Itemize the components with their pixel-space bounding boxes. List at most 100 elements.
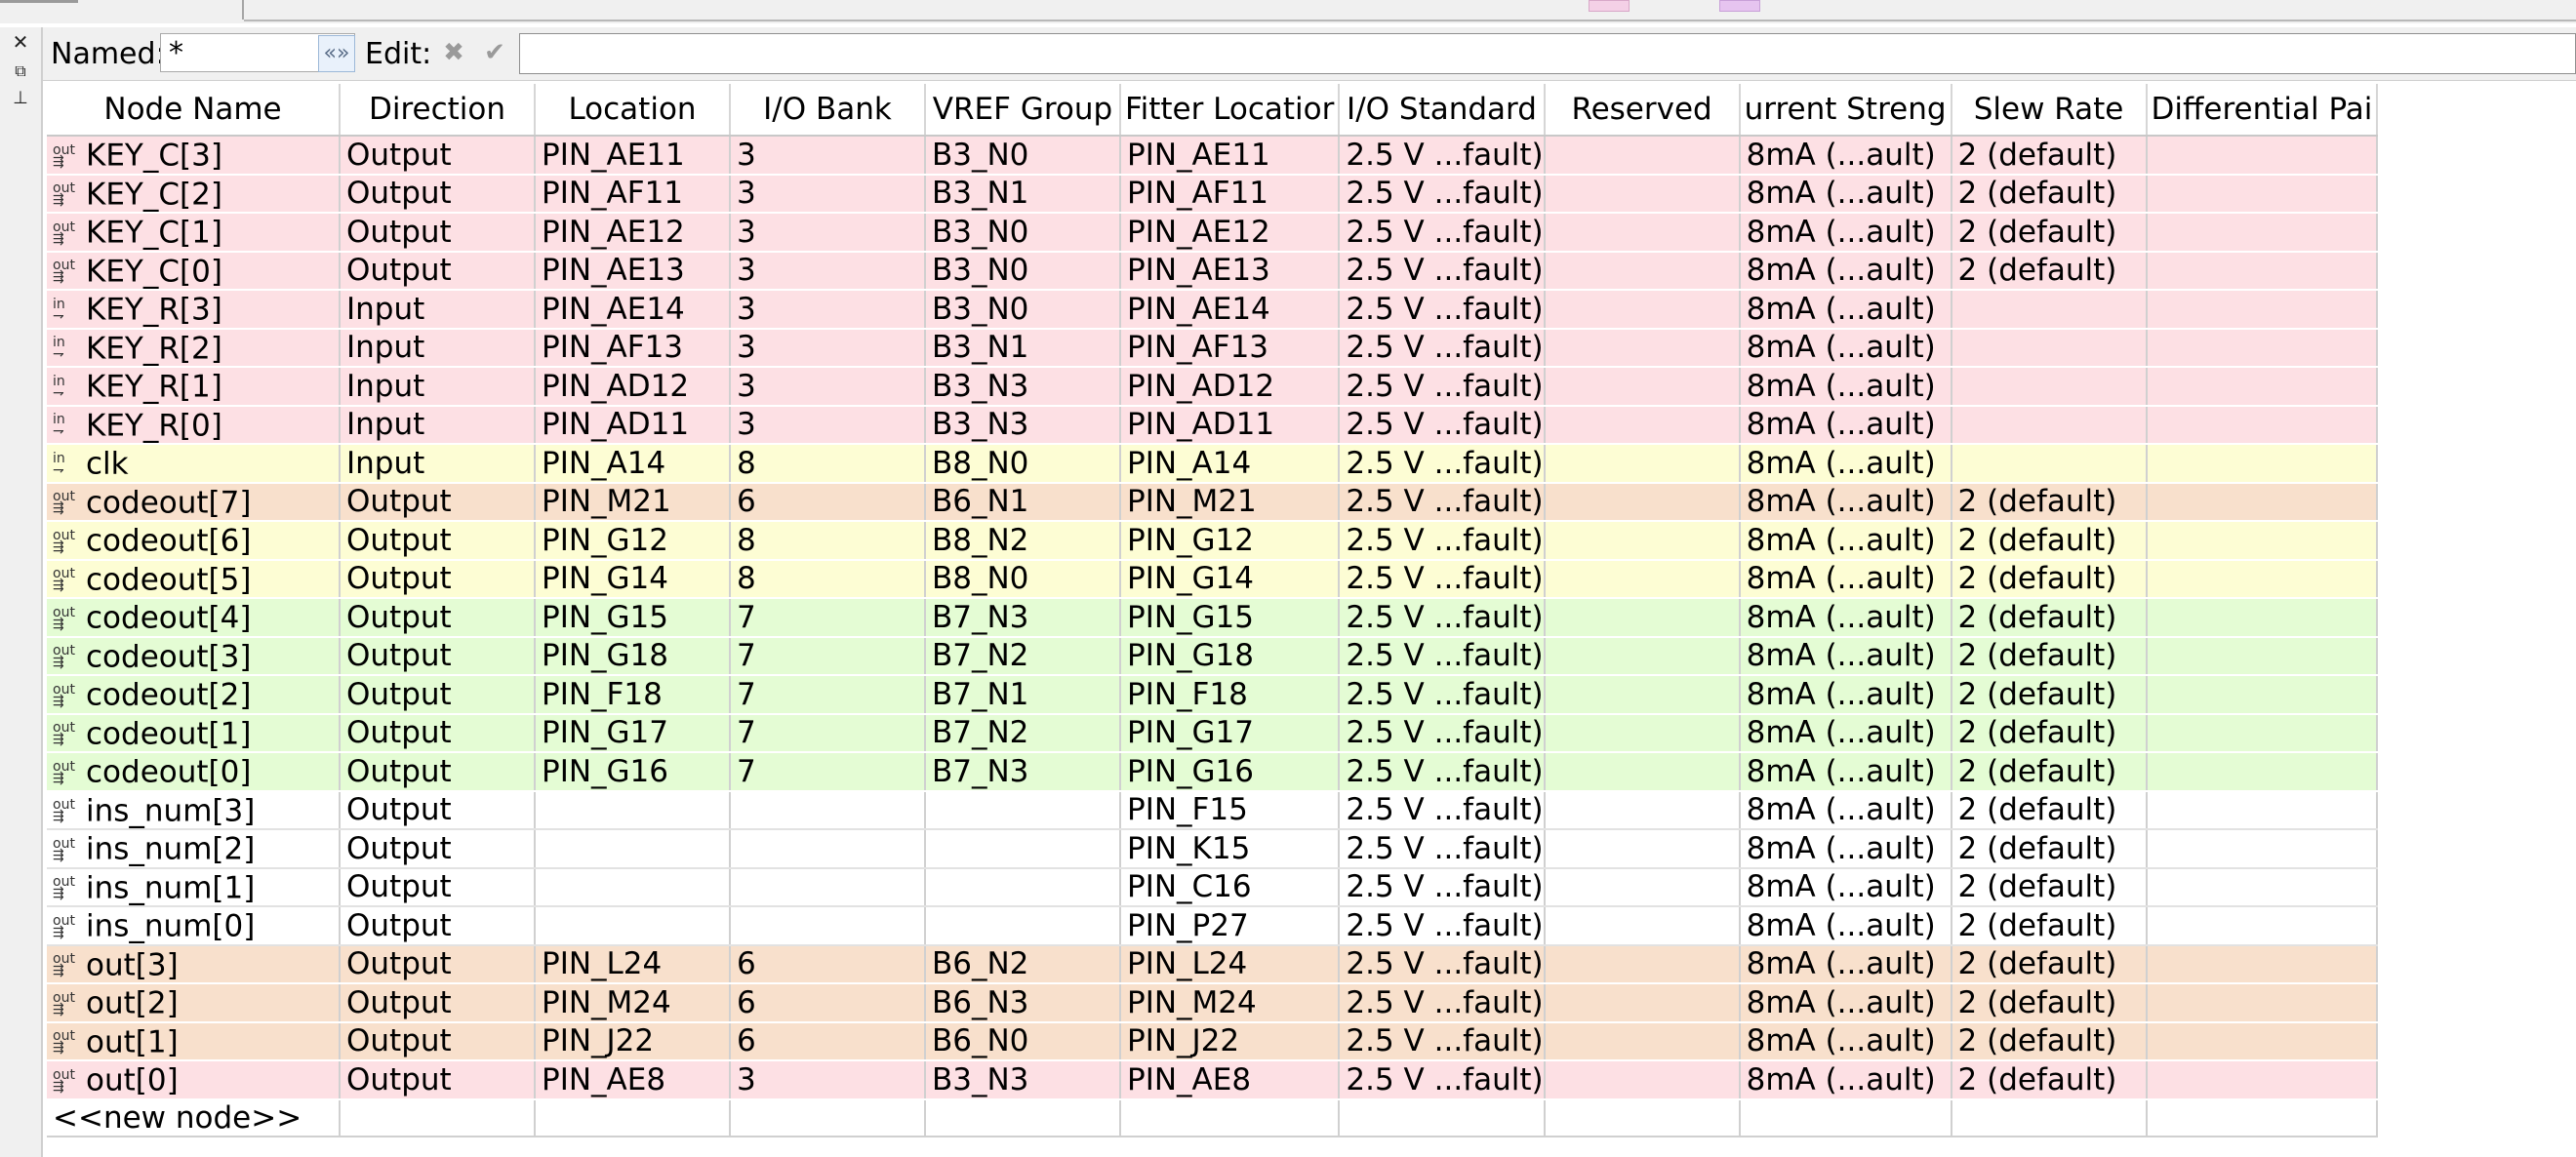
fitter-location-cell[interactable]: PIN_G16 xyxy=(1120,752,1341,792)
differential-pair-cell[interactable] xyxy=(2146,251,2379,291)
node-name-cell[interactable]: out ⇶ codeout[4] xyxy=(47,598,341,638)
table-row[interactable]: out ⇶ KEY_C[1] Output PIN_AE12 3 B3_N0 PIN_AE12… xyxy=(47,213,2379,253)
io-bank-cell[interactable]: 7 xyxy=(730,598,926,638)
differential-pair-cell[interactable] xyxy=(2146,983,2379,1023)
current-strength-cell[interactable]: 8mA (...ault) xyxy=(1739,367,1952,407)
current-strength-cell[interactable]: 8mA (...ault) xyxy=(1739,598,1952,638)
io-standard-cell[interactable]: 2.5 V ...fault) xyxy=(1339,367,1546,407)
slew-rate-cell[interactable]: 2 (default) xyxy=(1951,713,2148,753)
io-bank-cell[interactable]: 8 xyxy=(730,444,926,484)
direction-cell[interactable]: Output xyxy=(340,482,536,522)
fitter-location-cell[interactable]: PIN_A14 xyxy=(1120,444,1341,484)
reserved-cell[interactable] xyxy=(1544,752,1741,792)
column-header[interactable]: urrent Streng xyxy=(1739,84,1952,137)
table-row[interactable]: out ⇶ out[2] Output PIN_M24 6 B6_N3 PIN_M24 2.5 … xyxy=(47,983,2379,1023)
fitter-location-cell[interactable]: PIN_G17 xyxy=(1120,713,1341,753)
current-strength-cell[interactable]: 8mA (...ault) xyxy=(1739,983,1952,1023)
fitter-location-cell[interactable]: PIN_AD11 xyxy=(1120,405,1341,445)
direction-cell[interactable]: Output xyxy=(340,174,536,214)
location-cell[interactable]: PIN_AE8 xyxy=(535,1060,731,1100)
current-strength-cell[interactable]: 8mA (...ault) xyxy=(1739,829,1952,869)
node-name-cell[interactable]: out ⇶ codeout[7] xyxy=(47,482,341,522)
direction-cell[interactable]: Output xyxy=(340,521,536,561)
differential-pair-cell[interactable] xyxy=(2146,867,2379,907)
node-name-cell[interactable]: out ⇶ ins_num[3] xyxy=(47,790,341,830)
vref-group-cell[interactable]: B7_N3 xyxy=(925,752,1121,792)
direction-cell[interactable]: Input xyxy=(340,290,536,330)
direction-cell[interactable]: Input xyxy=(340,367,536,407)
io-standard-cell[interactable]: 2.5 V ...fault) xyxy=(1339,444,1546,484)
current-strength-cell[interactable]: 8mA (...ault) xyxy=(1739,1021,1952,1061)
direction-cell[interactable]: Output xyxy=(340,213,536,253)
node-name-cell[interactable]: out ⇶ KEY_C[2] xyxy=(47,174,341,214)
reserved-cell[interactable] xyxy=(1544,213,1741,253)
empty-cell[interactable] xyxy=(340,1098,536,1137)
io-standard-cell[interactable]: 2.5 V ...fault) xyxy=(1339,598,1546,638)
node-name-cell[interactable]: out ⇶ codeout[3] xyxy=(47,636,341,676)
empty-cell[interactable] xyxy=(1544,1098,1741,1137)
current-strength-cell[interactable]: 8mA (...ault) xyxy=(1739,482,1952,522)
differential-pair-cell[interactable] xyxy=(2146,1060,2379,1100)
reserved-cell[interactable] xyxy=(1544,867,1741,907)
reserved-cell[interactable] xyxy=(1544,1060,1741,1100)
differential-pair-cell[interactable] xyxy=(2146,598,2379,638)
location-cell[interactable]: PIN_G12 xyxy=(535,521,731,561)
panel-separator[interactable] xyxy=(242,0,244,20)
io-bank-cell[interactable]: 3 xyxy=(730,136,926,176)
fitter-location-cell[interactable]: PIN_P27 xyxy=(1120,906,1341,946)
node-name-cell[interactable]: out ⇶ codeout[1] xyxy=(47,713,341,753)
empty-cell[interactable] xyxy=(730,1098,926,1137)
table-row[interactable]: out ⇶ KEY_C[2] Output PIN_AF11 3 B3_N1 PIN_AF11… xyxy=(47,174,2379,214)
current-strength-cell[interactable]: 8mA (...ault) xyxy=(1739,405,1952,445)
io-bank-cell[interactable] xyxy=(730,790,926,830)
table-row[interactable]: out ⇶ codeout[3] Output PIN_G18 7 B7_N2 PIN_G18… xyxy=(47,636,2379,676)
location-cell[interactable]: PIN_G15 xyxy=(535,598,731,638)
table-row[interactable]: out ⇶ codeout[1] Output PIN_G17 7 B7_N2 PIN_G17… xyxy=(47,713,2379,753)
new-node-cell[interactable]: <<new node>> xyxy=(47,1098,341,1137)
differential-pair-cell[interactable] xyxy=(2146,1021,2379,1061)
node-name-cell[interactable]: in ⇁ KEY_R[2] xyxy=(47,328,341,368)
io-standard-cell[interactable]: 2.5 V ...fault) xyxy=(1339,636,1546,676)
fitter-location-cell[interactable]: PIN_AF13 xyxy=(1120,328,1341,368)
column-header[interactable]: Location xyxy=(535,84,731,137)
reserved-cell[interactable] xyxy=(1544,790,1741,830)
differential-pair-cell[interactable] xyxy=(2146,790,2379,830)
io-standard-cell[interactable]: 2.5 V ...fault) xyxy=(1339,174,1546,214)
table-row[interactable]: out ⇶ ins_num[2] Output PIN_K15 2.5 V ...faul… xyxy=(47,829,2379,869)
current-strength-cell[interactable]: 8mA (...ault) xyxy=(1739,636,1952,676)
direction-cell[interactable]: Output xyxy=(340,713,536,753)
io-bank-cell[interactable]: 7 xyxy=(730,752,926,792)
direction-cell[interactable]: Output xyxy=(340,790,536,830)
slew-rate-cell[interactable]: 2 (default) xyxy=(1951,559,2148,599)
table-row[interactable]: out ⇶ ins_num[0] Output PIN_P27 2.5 V ...faul… xyxy=(47,906,2379,946)
reserved-cell[interactable] xyxy=(1544,713,1741,753)
slew-rate-cell[interactable]: 2 (default) xyxy=(1951,790,2148,830)
node-name-cell[interactable]: out ⇶ codeout[6] xyxy=(47,521,341,561)
slew-rate-cell[interactable] xyxy=(1951,290,2148,330)
reserved-cell[interactable] xyxy=(1544,944,1741,984)
io-bank-cell[interactable]: 6 xyxy=(730,944,926,984)
node-name-cell[interactable]: out ⇶ out[0] xyxy=(47,1060,341,1100)
fitter-location-cell[interactable]: PIN_F18 xyxy=(1120,675,1341,715)
slew-rate-cell[interactable]: 2 (default) xyxy=(1951,829,2148,869)
slew-rate-cell[interactable]: 2 (default) xyxy=(1951,636,2148,676)
direction-cell[interactable]: Output xyxy=(340,867,536,907)
table-row[interactable]: out ⇶ codeout[2] Output PIN_F18 7 B7_N1 PIN_F18… xyxy=(47,675,2379,715)
node-name-cell[interactable]: out ⇶ codeout[5] xyxy=(47,559,341,599)
io-standard-cell[interactable]: 2.5 V ...fault) xyxy=(1339,482,1546,522)
table-row[interactable]: in ⇁ KEY_R[3] Input PIN_AE14 3 B3_N0 PIN_AE14 2.… xyxy=(47,290,2379,330)
table-row[interactable]: in ⇁ clk Input PIN_A14 8 B8_N0 PIN_A14 2.5 V ...… xyxy=(47,444,2379,484)
pin-pane-icon[interactable]: ⊥ xyxy=(8,88,33,109)
differential-pair-cell[interactable] xyxy=(2146,328,2379,368)
table-row[interactable]: in ⇁ KEY_R[0] Input PIN_AD11 3 B3_N3 PIN_AD11 2.… xyxy=(47,405,2379,445)
io-bank-cell[interactable]: 8 xyxy=(730,521,926,561)
io-standard-cell[interactable]: 2.5 V ...fault) xyxy=(1339,1021,1546,1061)
direction-cell[interactable]: Input xyxy=(340,405,536,445)
slew-rate-cell[interactable]: 2 (default) xyxy=(1951,251,2148,291)
vref-group-cell[interactable]: B7_N2 xyxy=(925,636,1121,676)
node-name-cell[interactable]: out ⇶ KEY_C[1] xyxy=(47,213,341,253)
fitter-location-cell[interactable]: PIN_M21 xyxy=(1120,482,1341,522)
direction-cell[interactable]: Output xyxy=(340,598,536,638)
slew-rate-cell[interactable]: 2 (default) xyxy=(1951,675,2148,715)
direction-cell[interactable]: Output xyxy=(340,752,536,792)
